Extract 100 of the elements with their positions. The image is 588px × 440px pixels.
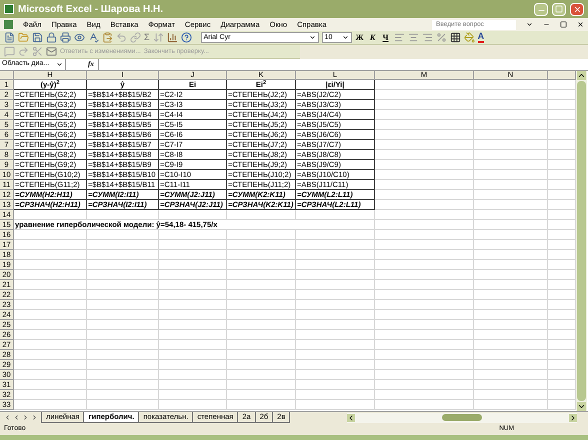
table-cell xyxy=(87,360,159,370)
close-button[interactable] xyxy=(570,2,584,16)
table-cell xyxy=(227,310,296,320)
table-cell xyxy=(227,240,296,250)
table-cell xyxy=(227,300,296,310)
table-cell xyxy=(159,390,227,400)
table-cell xyxy=(227,250,296,260)
first-sheet-icon[interactable] xyxy=(4,414,11,421)
table-cell xyxy=(159,210,227,220)
table-cell xyxy=(159,350,227,360)
sum-button[interactable]: Σ xyxy=(144,30,150,44)
table-cell xyxy=(227,280,296,290)
format-button[interactable]: Ж xyxy=(354,32,365,44)
table-cell xyxy=(159,330,227,340)
align-center-icon[interactable] xyxy=(408,32,419,43)
font-color-button[interactable]: A xyxy=(478,32,484,43)
table-cell xyxy=(87,280,159,290)
table-cell xyxy=(227,380,296,390)
table-cell xyxy=(159,240,227,250)
dropdown-icon[interactable] xyxy=(56,61,63,68)
save-icon[interactable] xyxy=(32,32,43,43)
table-cell xyxy=(159,370,227,380)
table-cell xyxy=(159,230,227,240)
folder-icon[interactable] xyxy=(18,32,29,43)
horizontal-scrollbar[interactable] xyxy=(347,412,577,422)
scroll-right-icon[interactable] xyxy=(569,414,577,422)
table-cell xyxy=(159,310,227,320)
close-icon xyxy=(572,4,582,14)
dropdown-icon[interactable] xyxy=(342,34,349,41)
table-cell xyxy=(159,340,227,350)
mail-icon[interactable] xyxy=(46,46,57,57)
scroll-left-icon[interactable] xyxy=(347,414,355,422)
table-cell xyxy=(87,230,159,240)
scroll-up-icon[interactable] xyxy=(577,71,586,80)
table-cell xyxy=(87,330,159,340)
table-cell xyxy=(227,350,296,360)
excel-icon xyxy=(4,4,14,14)
format-button[interactable]: К xyxy=(368,32,378,44)
print-icon[interactable] xyxy=(60,32,71,43)
vertical-scrollbar[interactable] xyxy=(576,71,587,411)
align-right-icon[interactable] xyxy=(422,32,433,43)
table-cell xyxy=(159,320,227,330)
help-icon[interactable] xyxy=(180,32,192,43)
table-cell xyxy=(87,380,159,390)
table-cell xyxy=(159,260,227,270)
window-title: Microsoft Excel - Шарова Н.Н. xyxy=(18,2,163,16)
preview-icon[interactable] xyxy=(74,32,85,43)
table-cell xyxy=(159,300,227,310)
table-cell xyxy=(227,370,296,380)
table-cell xyxy=(87,400,159,410)
table-cell xyxy=(227,340,296,350)
table-cell xyxy=(87,390,159,400)
table-cell xyxy=(87,210,159,220)
table-cell xyxy=(227,210,296,220)
table-cell xyxy=(87,310,159,320)
select-all-corner[interactable] xyxy=(0,71,14,80)
table-cell xyxy=(227,270,296,280)
table-cell xyxy=(159,380,227,390)
new-file-icon[interactable] xyxy=(4,32,15,43)
scroll-down-icon[interactable] xyxy=(577,402,586,411)
next-sheet-icon[interactable] xyxy=(22,414,29,421)
scroll-thumb[interactable] xyxy=(577,81,586,401)
table-cell xyxy=(227,290,296,300)
spellcheck-icon[interactable] xyxy=(88,32,99,43)
table-cell xyxy=(227,400,296,410)
close-icon[interactable] xyxy=(577,21,584,28)
table-cell xyxy=(227,360,296,370)
table-cell xyxy=(87,290,159,300)
table-cell xyxy=(159,270,227,280)
table-cell xyxy=(159,280,227,290)
table-cell xyxy=(159,250,227,260)
table-cell xyxy=(87,370,159,380)
table-cell xyxy=(227,260,296,270)
table-cell xyxy=(87,270,159,280)
table-cell xyxy=(87,300,159,310)
paste-icon[interactable] xyxy=(102,32,113,43)
fill-color-icon[interactable] xyxy=(464,32,475,43)
minimize-button[interactable] xyxy=(534,2,548,16)
previous-sheet-icon[interactable] xyxy=(13,414,20,421)
table-cell xyxy=(159,290,227,300)
borders-icon[interactable] xyxy=(450,32,461,43)
table-cell xyxy=(87,250,159,260)
last-sheet-icon[interactable] xyxy=(31,414,38,421)
table-cell xyxy=(227,330,296,340)
align-left-icon[interactable] xyxy=(394,32,405,43)
dropdown-icon[interactable] xyxy=(308,34,316,41)
maximize-button[interactable] xyxy=(552,2,566,16)
table-cell xyxy=(159,400,227,410)
lock-icon[interactable] xyxy=(46,32,57,43)
restore-icon[interactable] xyxy=(560,21,567,28)
dropdown-icon[interactable] xyxy=(526,21,533,28)
chart-icon[interactable] xyxy=(166,32,178,43)
format-button[interactable]: Ч xyxy=(380,32,391,44)
maximize-icon xyxy=(555,5,563,13)
table-cell xyxy=(227,230,296,240)
table-cell xyxy=(227,320,296,330)
scroll-thumb[interactable] xyxy=(442,414,482,421)
table-cell xyxy=(87,340,159,350)
table-cell xyxy=(87,350,159,360)
table-cell xyxy=(87,240,159,250)
